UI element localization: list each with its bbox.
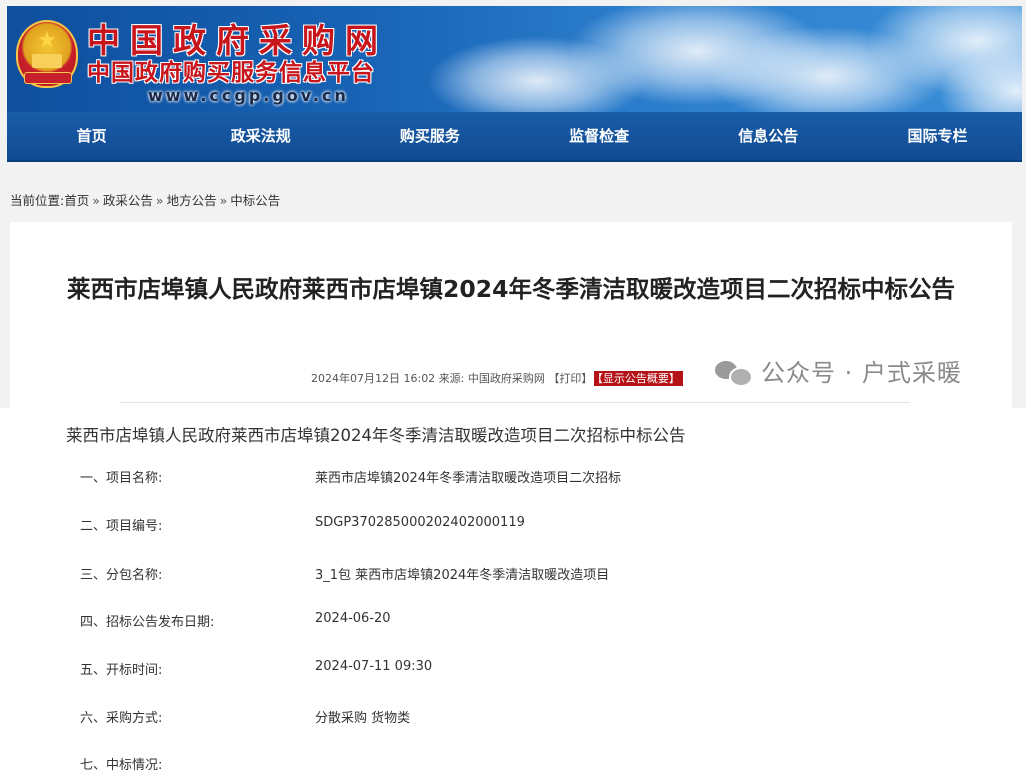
info-label: 四、招标公告发布日期: xyxy=(80,615,215,630)
site-title[interactable]: 中国政府采购网 xyxy=(87,23,388,59)
breadcrumb: 当前位置:首页» 政采公告» 地方公告» 中标公告 xyxy=(10,190,280,209)
info-value: SDGP370285000202402000119 xyxy=(315,515,525,530)
source-label: 来源: xyxy=(438,372,465,385)
breadcrumb-home[interactable]: 首页 xyxy=(64,193,89,208)
nav-item-regulations[interactable]: 政采法规 xyxy=(176,112,345,160)
info-label: 一、项目名称: xyxy=(80,471,163,486)
info-value: 2024-06-20 xyxy=(315,611,391,626)
info-row-tender-date: 四、招标公告发布日期: 2024-06-20 xyxy=(80,611,391,630)
breadcrumb-prefix: 当前位置: xyxy=(10,193,65,208)
nav-item-announcements[interactable]: 信息公告 xyxy=(684,112,853,160)
info-row-procurement-method: 六、采购方式: 分散采购 货物类 xyxy=(80,707,410,726)
breadcrumb-separator: » xyxy=(155,193,164,208)
info-label: 二、项目编号: xyxy=(80,519,163,534)
info-row-project-name: 一、项目名称: 莱西市店埠镇2024年冬季清洁取暖改造项目二次招标 xyxy=(80,467,621,486)
info-value: 2024-07-11 09:30 xyxy=(315,659,433,674)
info-label: 三、分包名称: xyxy=(80,568,163,583)
print-link[interactable]: 【打印】 xyxy=(548,372,592,385)
watermark-text: 公众号 · 户式采暖 xyxy=(761,359,962,387)
site-banner: ★ 中国政府采购网 中国政府购买服务信息平台 www.ccgp.gov.cn xyxy=(7,6,1022,112)
article-header: 莱西市店埠镇人民政府莱西市店埠镇2024年冬季清洁取暖改造项目二次招标中标公告 … xyxy=(10,222,1012,408)
info-label: 五、开标时间: xyxy=(80,663,163,678)
info-value: 3_1包 莱西市店埠镇2024年冬季清洁取暖改造项目 xyxy=(315,568,610,583)
breadcrumb-gov-procurement[interactable]: 政采公告 xyxy=(103,193,153,208)
content-heading: 莱西市店埠镇人民政府莱西市店埠镇2024年冬季清洁取暖改造项目二次招标中标公告 xyxy=(66,426,686,445)
site-url: www.ccgp.gov.cn xyxy=(148,86,349,105)
breadcrumb-local-announcements[interactable]: 地方公告 xyxy=(167,193,217,208)
nav-item-supervision[interactable]: 监督检查 xyxy=(515,112,684,160)
page-title: 莱西市店埠镇人民政府莱西市店埠镇2024年冬季清洁取暖改造项目二次招标中标公告 xyxy=(67,275,955,303)
article-meta: 2024年07月12日 16:02 来源: 中国政府采购网 【打印】 【显示公告概… xyxy=(311,370,683,386)
publish-date: 2024年07月12日 16:02 xyxy=(311,372,436,385)
info-row-lot-name: 三、分包名称: 3_1包 莱西市店埠镇2024年冬季清洁取暖改造项目 xyxy=(80,564,609,583)
nav-item-home[interactable]: 首页 xyxy=(7,112,176,160)
info-row-bid-opening: 五、开标时间: 2024-07-11 09:30 xyxy=(80,659,432,678)
info-row-project-number: 二、项目编号: SDGP370285000202402000119 xyxy=(80,515,525,534)
info-label: 七、中标情况: xyxy=(80,758,163,773)
watermark: 公众号 · 户式采暖 xyxy=(715,353,962,388)
national-emblem-logo[interactable]: ★ xyxy=(16,20,78,88)
info-row-award-status: 七、中标情况: xyxy=(80,754,162,773)
wechat-icon xyxy=(715,359,755,387)
breadcrumb-award-announcements[interactable]: 中标公告 xyxy=(230,193,280,208)
info-value: 分散采购 货物类 xyxy=(315,711,411,726)
source-name: 中国政府采购网 xyxy=(467,372,545,385)
info-label: 六、采购方式: xyxy=(80,711,163,726)
nav-item-international[interactable]: 国际专栏 xyxy=(853,112,1022,160)
announcement-body: 莱西市店埠镇人民政府莱西市店埠镇2024年冬季清洁取暖改造项目二次招标中标公告 … xyxy=(0,408,1026,780)
breadcrumb-separator: » xyxy=(92,193,100,208)
nav-item-purchase-services[interactable]: 购买服务 xyxy=(345,112,514,160)
breadcrumb-separator: » xyxy=(219,193,228,208)
site-subtitle: 中国政府购买服务信息平台 xyxy=(87,60,375,86)
show-summary-button[interactable]: 【显示公告概要】 xyxy=(594,371,683,386)
info-value: 莱西市店埠镇2024年冬季清洁取暖改造项目二次招标 xyxy=(315,471,622,486)
main-nav: 首页 政采法规 购买服务 监督检查 信息公告 国际专栏 xyxy=(7,112,1022,162)
divider xyxy=(120,402,910,403)
